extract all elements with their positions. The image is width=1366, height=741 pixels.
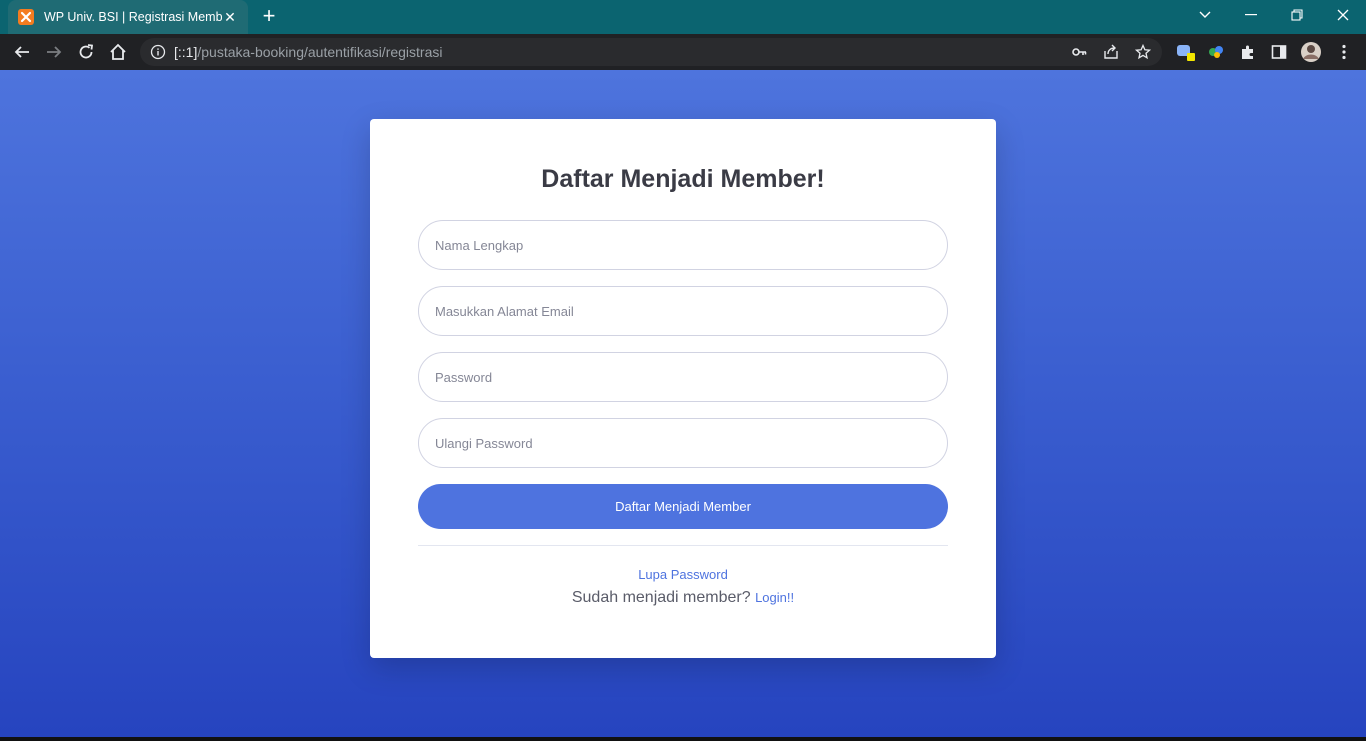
url-host: [::1]: [174, 44, 198, 60]
extensions-puzzle-icon[interactable]: [1235, 39, 1261, 65]
extension-translate-icon[interactable]: [1172, 39, 1198, 65]
browser-toolbar: [::1]/pustaka-booking/autentifikasi/regi…: [0, 34, 1366, 70]
page-title: Daftar Menjadi Member!: [541, 165, 825, 193]
home-icon[interactable]: [105, 39, 131, 65]
url-path: /pustaka-booking/autentifikasi/registras…: [197, 44, 443, 60]
password-key-icon[interactable]: [1069, 42, 1089, 62]
forgot-password-link[interactable]: Lupa Password: [370, 567, 996, 582]
restore-button[interactable]: [1274, 0, 1320, 30]
extension-colorful-icon[interactable]: [1203, 39, 1229, 65]
confirm-password-input[interactable]: [418, 418, 948, 468]
tab-title: WP Univ. BSI | Registrasi Member: [44, 10, 222, 24]
tab-close-icon[interactable]: ✕: [222, 9, 238, 26]
side-panel-icon[interactable]: [1266, 39, 1292, 65]
page-background: Daftar Menjadi Member! Daftar Menjadi Me…: [0, 70, 1366, 737]
xampp-favicon-icon: [18, 9, 34, 25]
taskbar-edge: [0, 737, 1366, 741]
browser-tab[interactable]: WP Univ. BSI | Registrasi Member ✕: [8, 0, 248, 34]
divider: [418, 545, 948, 546]
menu-kebab-icon[interactable]: [1331, 39, 1357, 65]
site-info-icon[interactable]: [150, 44, 166, 60]
reload-icon[interactable]: [73, 39, 99, 65]
close-window-button[interactable]: [1320, 0, 1366, 30]
address-bar[interactable]: [::1]/pustaka-booking/autentifikasi/regi…: [140, 38, 1162, 66]
back-icon[interactable]: [9, 39, 35, 65]
forward-icon[interactable]: [41, 39, 67, 65]
full-name-input[interactable]: [418, 220, 948, 270]
minimize-button[interactable]: [1228, 0, 1274, 30]
share-icon[interactable]: [1101, 42, 1121, 62]
password-input[interactable]: [418, 352, 948, 402]
tab-search-icon[interactable]: [1182, 0, 1228, 30]
bookmark-star-icon[interactable]: [1133, 42, 1153, 62]
new-tab-button[interactable]: +: [258, 5, 280, 28]
register-button[interactable]: Daftar Menjadi Member: [418, 484, 948, 529]
profile-avatar[interactable]: [1298, 39, 1324, 65]
already-member-label: Sudah menjadi member?: [571, 589, 751, 606]
registration-card: Daftar Menjadi Member! Daftar Menjadi Me…: [370, 119, 996, 658]
already-member-text: Sudah menjadi member? Login!!: [370, 589, 996, 607]
login-link[interactable]: Login!!: [755, 590, 794, 605]
email-input[interactable]: [418, 286, 948, 336]
browser-tabstrip: WP Univ. BSI | Registrasi Member ✕ +: [0, 0, 1366, 34]
